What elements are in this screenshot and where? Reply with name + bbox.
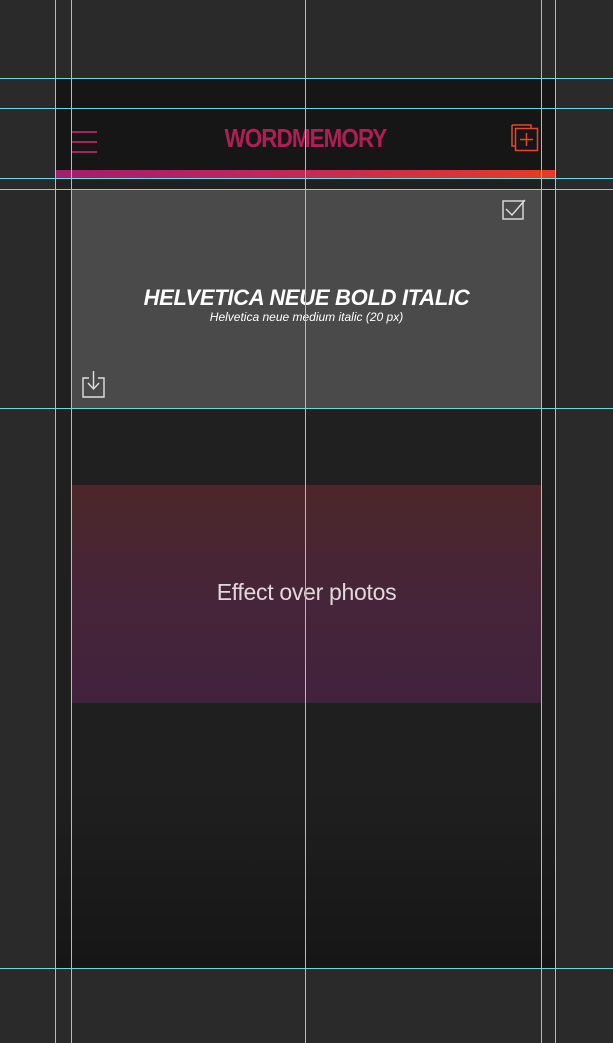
card-subtitle: Helvetica neue medium italic (20 px)	[209, 310, 404, 324]
checkbox-checked-icon[interactable]	[502, 199, 526, 221]
guide-line-vertical	[71, 0, 72, 1043]
add-stack-icon[interactable]	[510, 123, 540, 153]
design-canvas: WORDMEMORY HELVETICA NEUE BOLD ITALIC He…	[0, 0, 613, 1043]
guide-line-horizontal	[0, 108, 613, 109]
download-icon[interactable]	[82, 370, 106, 398]
guide-line-vertical	[541, 0, 542, 1043]
guide-line-horizontal	[0, 78, 613, 79]
guide-line-horizontal	[0, 178, 613, 179]
guide-line-vertical	[55, 0, 56, 1043]
effect-card[interactable]: Effect over photos	[72, 485, 541, 703]
guide-line-horizontal	[0, 189, 613, 190]
guide-line-vertical	[305, 0, 306, 1043]
guide-line-horizontal	[0, 968, 613, 969]
guide-line-vertical	[555, 0, 556, 1043]
card-title: HELVETICA NEUE BOLD ITALIC	[143, 285, 470, 310]
effect-label: Effect over photos	[216, 579, 397, 605]
photo-card[interactable]: HELVETICA NEUE BOLD ITALIC Helvetica neu…	[72, 190, 541, 408]
guide-line-horizontal	[0, 408, 613, 409]
